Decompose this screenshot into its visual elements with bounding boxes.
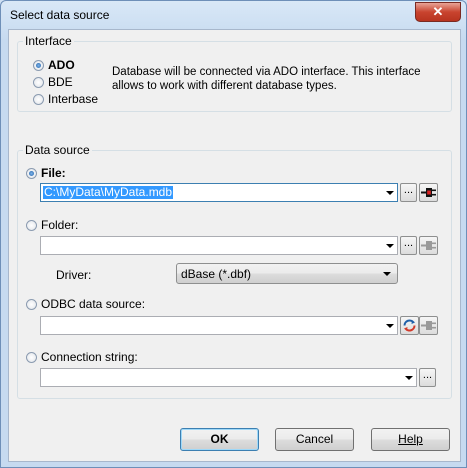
ok-button[interactable]: OK (180, 428, 259, 451)
plug-icon (421, 321, 436, 330)
title-bar: Select data source ✕ (1, 1, 466, 29)
interface-legend: Interface (25, 34, 72, 48)
odbc-refresh-button[interactable] (400, 316, 419, 335)
folder-path-combo[interactable] (40, 236, 398, 255)
odbc-label: ODBC data source: (41, 297, 146, 311)
radio-indicator-interbase[interactable] (33, 93, 44, 105)
driver-dropdown[interactable]: dBase (*.dbf) (176, 263, 398, 284)
radio-indicator-connection-string[interactable] (26, 351, 37, 363)
cancel-button[interactable]: Cancel (275, 428, 354, 451)
plug-icon (421, 241, 436, 250)
odbc-plug-button[interactable] (419, 316, 438, 335)
chevron-down-icon[interactable] (386, 191, 394, 195)
dialog-window: Select data source ✕ Interface ADO BDE I… (0, 0, 467, 468)
chevron-down-icon[interactable] (386, 244, 394, 248)
radio-indicator-bde[interactable] (33, 76, 44, 88)
radio-indicator-odbc[interactable] (26, 298, 37, 310)
dialog-client: Interface ADO BDE Interbase Database wil… (8, 29, 461, 462)
radio-label-interbase: Interbase (48, 92, 99, 106)
chevron-down-icon[interactable] (383, 272, 391, 276)
radio-interbase[interactable]: Interbase (33, 92, 98, 106)
chevron-down-icon[interactable] (405, 376, 413, 380)
refresh-icon (403, 319, 416, 332)
interface-description: Database will be connected via ADO inter… (112, 66, 421, 92)
connect-plug-button[interactable] (419, 183, 438, 202)
radio-indicator-file[interactable] (26, 167, 37, 179)
radio-label-bde: BDE (48, 75, 73, 89)
radio-ado[interactable]: ADO (33, 58, 75, 72)
radio-file[interactable]: File: (26, 166, 66, 180)
file-path-combo[interactable]: C:\MyData\MyData.mdb (40, 183, 398, 202)
folder-browse-button[interactable]: ... (400, 236, 417, 255)
radio-label-ado: ADO (48, 58, 75, 72)
folder-plug-button[interactable] (419, 236, 438, 255)
radio-bde[interactable]: BDE (33, 75, 73, 89)
connection-string-browse-button[interactable]: ... (419, 368, 436, 387)
data-source-legend: Data source (25, 143, 90, 157)
chevron-down-icon[interactable] (386, 324, 394, 328)
connection-string-combo[interactable] (40, 368, 417, 387)
plug-icon (421, 188, 436, 197)
window-title: Select data source (10, 8, 110, 22)
odbc-source-combo[interactable] (40, 316, 398, 335)
connection-string-label: Connection string: (41, 350, 138, 364)
file-label: File: (41, 166, 66, 180)
radio-odbc[interactable]: ODBC data source: (26, 297, 145, 311)
driver-value: dBase (*.dbf) (181, 267, 252, 281)
folder-label: Folder: (41, 218, 79, 232)
file-browse-button[interactable]: ... (400, 183, 417, 202)
help-button[interactable]: Help (371, 428, 450, 451)
close-button[interactable]: ✕ (415, 2, 461, 22)
driver-label: Driver: (56, 268, 92, 282)
radio-indicator-ado[interactable] (33, 59, 44, 71)
radio-connection-string[interactable]: Connection string: (26, 350, 138, 364)
file-path-value: C:\MyData\MyData.mdb (43, 185, 174, 199)
radio-indicator-folder[interactable] (26, 219, 37, 231)
radio-folder[interactable]: Folder: (26, 218, 78, 232)
